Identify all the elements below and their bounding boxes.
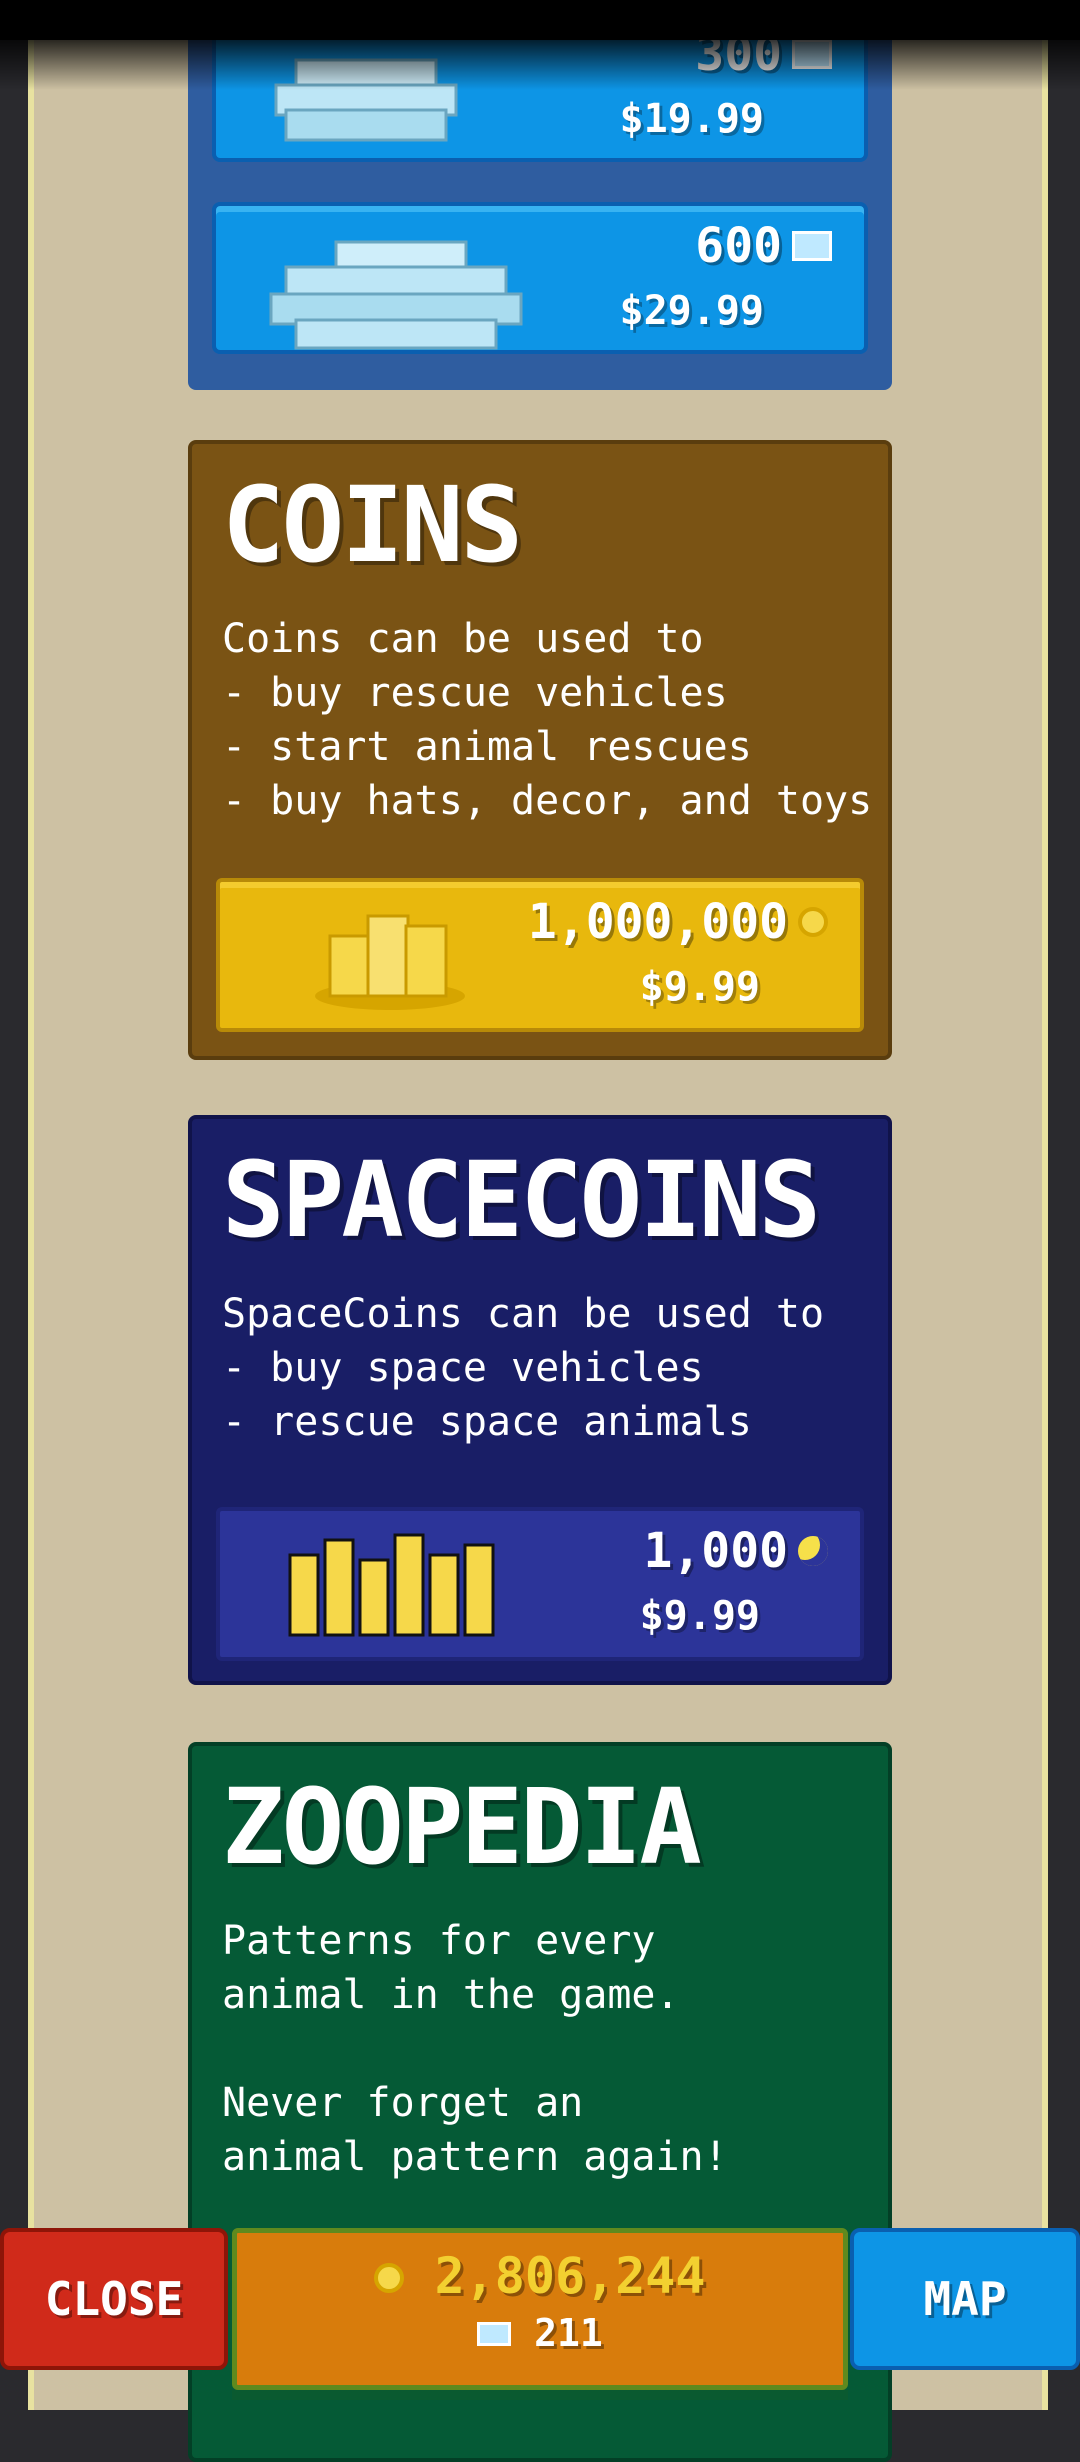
status-bar <box>0 0 1080 40</box>
gem-balance: 211 <box>237 2311 843 2355</box>
gem-amount-600: 600 <box>695 218 832 274</box>
balance-panel: 2,806,244 211 <box>232 2228 848 2390</box>
spacecoin-amount: 1,000 <box>644 1523 828 1579</box>
bottom-bar: CLOSE 2,806,244 211 MAP <box>0 2228 1080 2400</box>
spacecoin-icon <box>798 1536 828 1566</box>
map-button[interactable]: MAP <box>850 2228 1080 2370</box>
coin-icon <box>798 907 828 937</box>
coins-card: COINS Coins can be used to - buy rescue … <box>188 440 892 1060</box>
coins-title: COINS <box>222 464 523 586</box>
zoopedia-description: Patterns for every animal in the game. N… <box>222 1918 728 2180</box>
close-button[interactable]: CLOSE <box>0 2228 228 2370</box>
coin-amount: 1,000,000 <box>528 894 828 950</box>
coin-pack-button[interactable]: 1,000,000 $9.99 <box>216 878 864 1032</box>
spacecoin-pack-button[interactable]: 1,000 $9.99 <box>216 1507 864 1661</box>
coin-icon <box>374 2263 405 2293</box>
spacecoins-description: SpaceCoins can be used to - buy space ve… <box>222 1291 825 1445</box>
coin-price: $9.99 <box>639 964 760 1010</box>
gem-icon <box>477 2322 512 2346</box>
coin-balance: 2,806,244 <box>237 2247 843 2305</box>
coin-pile-icon <box>315 914 465 1010</box>
spacecoins-card: SPACECOINS SpaceCoins can be used to - b… <box>188 1115 892 1685</box>
gem-price-600: $29.99 <box>619 288 765 334</box>
bottom-strip <box>232 2390 848 2400</box>
spacecoin-price: $9.99 <box>639 1593 760 1639</box>
gem-icon <box>792 231 832 261</box>
gem-stack-icon <box>269 240 523 350</box>
top-shade <box>0 40 1080 90</box>
gem-price-300: $19.99 <box>619 96 765 142</box>
coins-description: Coins can be used to - buy rescue vehicl… <box>222 616 873 824</box>
spacecoins-title: SPACECOINS <box>222 1139 821 1261</box>
gem-pack-600-button[interactable]: 600 $29.99 <box>212 202 868 354</box>
spacecoin-stacks-icon <box>288 1533 495 1637</box>
zoopedia-title: ZOOPEDIA <box>222 1766 702 1888</box>
